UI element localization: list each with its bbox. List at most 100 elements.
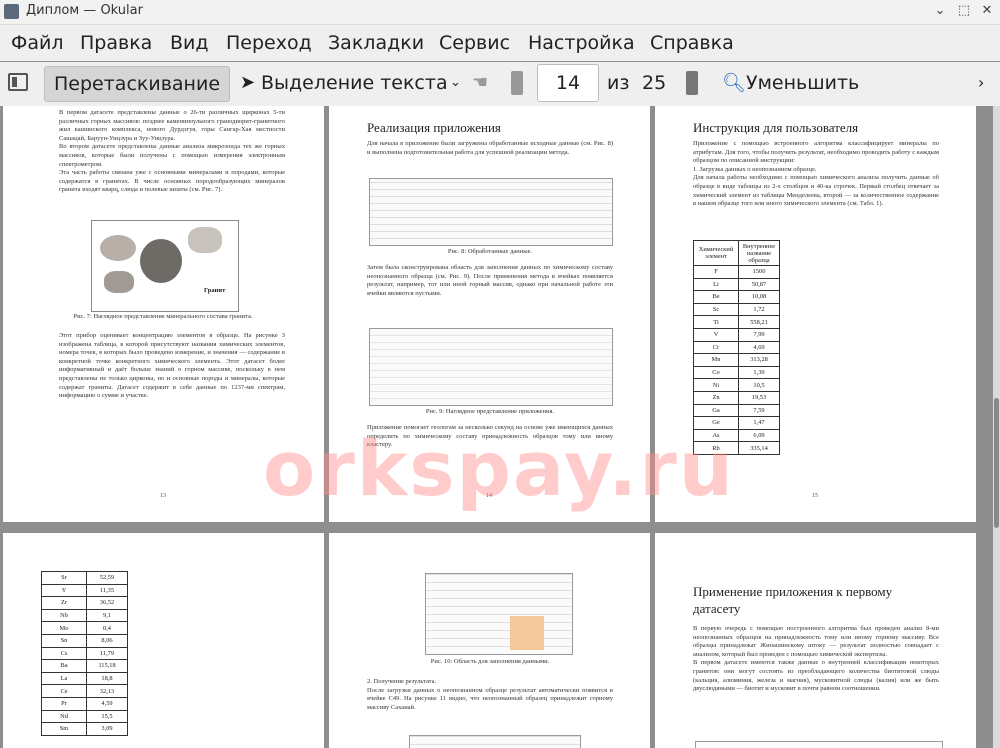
paragraph: Эта часть работы связана уже с основными… bbox=[59, 169, 285, 194]
page-number: 14 bbox=[486, 493, 492, 499]
table-row: Be 10,08 bbox=[693, 290, 780, 304]
sidebar-toggle-icon[interactable] bbox=[8, 73, 28, 91]
table-row: Cr 4,69 bbox=[693, 340, 780, 355]
menu-help[interactable]: Справка bbox=[650, 32, 734, 54]
figure-caption: Рис. 7: Наглядное представление минераль… bbox=[73, 313, 253, 320]
section-heading: Реализация приложения bbox=[367, 120, 501, 135]
mineral-sample-image bbox=[188, 227, 222, 253]
table-row: Ba 115,18 bbox=[41, 659, 128, 673]
toolbar-overflow-icon[interactable]: › bbox=[978, 66, 984, 100]
menu-edit[interactable]: Правка bbox=[80, 32, 152, 54]
page-13: В первом датасете представлены данные о … bbox=[3, 106, 324, 522]
paragraph: В первом датасете представлены данные о … bbox=[59, 109, 285, 142]
list-item: 1. Загрузка данных о неопознанном образц… bbox=[693, 165, 817, 173]
scrollbar-thumb[interactable] bbox=[994, 398, 999, 528]
table-row: Sr 52,59 bbox=[41, 571, 128, 585]
list-item: 2. Получение результата. bbox=[367, 678, 437, 685]
table-row: Sn 8,06 bbox=[41, 633, 128, 648]
maximize-icon[interactable]: ⬚ bbox=[956, 3, 972, 19]
minimize-icon[interactable]: ⌄ bbox=[932, 3, 948, 19]
page-of-label: из bbox=[607, 72, 630, 94]
section-heading: Применение приложения к первому датасету bbox=[693, 584, 893, 616]
menu-settings[interactable]: Настройка bbox=[528, 32, 635, 54]
table-row: Ge 1,47 bbox=[693, 416, 780, 430]
text-select-cursor-icon: ➤ bbox=[240, 72, 256, 93]
text-select-tool-button[interactable]: Выделение текста bbox=[261, 66, 448, 100]
paragraph: В первую очередь с помощью построенного … bbox=[693, 625, 939, 658]
mineral-sample-image bbox=[104, 271, 134, 293]
table-row: V 7,99 bbox=[693, 327, 780, 342]
table-row: La 18,8 bbox=[41, 671, 128, 686]
table-row: As 6,09 bbox=[693, 428, 780, 443]
table-header: Внутреннее название образца bbox=[738, 240, 780, 266]
element-table: Sr 52,59 Y 11,35 Zr 36,52 Nb 9,1 Mo 0,4 Sn 8,0… bbox=[41, 571, 128, 736]
menu-go[interactable]: Переход bbox=[226, 32, 312, 54]
table-row: Nd 15,5 bbox=[41, 709, 128, 724]
browse-tool-button[interactable]: Перетаскивание bbox=[44, 66, 231, 102]
menu-view[interactable]: Вид bbox=[170, 32, 209, 54]
window-title: Диплом — Okular bbox=[26, 3, 143, 18]
document-view[interactable]: В первом датасете представлены данные о … bbox=[0, 106, 993, 748]
table-header: Химический элемент bbox=[693, 240, 739, 266]
table-row: Zr 36,52 bbox=[41, 596, 128, 610]
figure-caption: Рис. 10: Область для заполнения данными. bbox=[430, 658, 550, 665]
figure-data-entry-area bbox=[425, 573, 573, 655]
page-number-input[interactable]: 14 bbox=[537, 64, 599, 102]
page-18: Применение приложения к первому датасету… bbox=[655, 533, 976, 748]
menu-tools[interactable]: Сервис bbox=[439, 32, 510, 54]
table-row: Zn 19,53 bbox=[693, 390, 780, 405]
figure-result bbox=[409, 735, 581, 748]
previous-page-icon[interactable] bbox=[511, 71, 523, 95]
table-row: Ce 32,13 bbox=[41, 684, 128, 698]
table-row: Li 50,87 bbox=[693, 277, 780, 292]
paragraph: Во втором датасете представлены данные а… bbox=[59, 143, 285, 168]
page-number: 13 bbox=[160, 493, 166, 499]
zoom-out-button[interactable]: Уменьшить bbox=[746, 66, 859, 100]
page-number: 15 bbox=[812, 493, 818, 499]
table-row: Co 1,39 bbox=[693, 365, 780, 380]
table-row: Pr 4,59 bbox=[41, 696, 128, 711]
table-row: Ti 558,21 bbox=[693, 315, 780, 329]
menu-bookmarks[interactable]: Закладки bbox=[328, 32, 424, 54]
figure-table bbox=[695, 741, 943, 748]
page-16: Sr 52,59 Y 11,35 Zr 36,52 Nb 9,1 Mo 0,4 Sn 8,0… bbox=[3, 533, 324, 748]
next-page-icon[interactable] bbox=[686, 71, 698, 95]
paragraph: Приложение помогает геологам за нескольк… bbox=[367, 424, 613, 449]
paragraph: После загрузки данных о неопознанном обр… bbox=[367, 686, 613, 711]
paragraph: Для начала в приложение были загружены о… bbox=[367, 140, 613, 156]
paragraph: Для начала работы необходимо с помощью х… bbox=[693, 174, 939, 208]
paragraph: Этот прибор оценивает концентрацию элеме… bbox=[59, 332, 285, 400]
chevron-down-icon[interactable]: ⌄ bbox=[450, 66, 461, 100]
table-row: Ni 10,5 bbox=[693, 378, 780, 392]
page-15: Инструкция для пользователя Приложение с… bbox=[655, 106, 976, 522]
hand-icon[interactable]: ☚ bbox=[472, 66, 488, 100]
title-bar: Диплом — Okular ⌄ ⬚ ✕ bbox=[0, 0, 1000, 25]
paragraph: Приложение с помощью встроенного алгорит… bbox=[693, 140, 939, 165]
highlighted-cells bbox=[510, 616, 544, 650]
paragraph: В первом датасете имеются также данные о… bbox=[693, 659, 939, 693]
page-14: Реализация приложения Для начала в прило… bbox=[329, 106, 650, 522]
vertical-scrollbar[interactable] bbox=[993, 106, 1000, 748]
table-row: Rb 335,14 bbox=[693, 441, 780, 455]
close-icon[interactable]: ✕ bbox=[979, 3, 995, 19]
menu-bar: Файл Правка Вид Переход Закладки Сервис … bbox=[0, 25, 1000, 61]
page-17: Рис. 10: Область для заполнения данными.… bbox=[329, 533, 650, 748]
page-total-label: 25 bbox=[642, 72, 667, 94]
table-row: Sm 3,09 bbox=[41, 722, 128, 736]
figure-granite: Гранит bbox=[91, 220, 239, 312]
okular-app-icon bbox=[4, 4, 19, 19]
granite-label: Гранит bbox=[204, 287, 226, 294]
granite-image bbox=[140, 239, 182, 283]
element-table: Химический элемент Внутреннее название о… bbox=[693, 240, 780, 455]
menu-file[interactable]: Файл bbox=[11, 32, 64, 54]
mineral-sample-image bbox=[100, 235, 136, 261]
paragraph: Затем была сконструирована область для з… bbox=[367, 264, 613, 297]
table-row: Ga 7,59 bbox=[693, 403, 780, 418]
table-row: F 1500 bbox=[693, 265, 780, 279]
table-row: Mn 313,28 bbox=[693, 353, 780, 367]
main-toolbar: Перетаскивание ➤ Выделение текста ⌄ ☚ 14… bbox=[0, 62, 1000, 107]
figure-caption: Рис. 9: Наглядное представление приложен… bbox=[425, 408, 555, 415]
zoom-out-icon[interactable]: 🔍︎ bbox=[722, 66, 746, 100]
figure-caption: Рис. 8: Обработанные данные. bbox=[447, 248, 533, 255]
table-row: Sc 1,72 bbox=[693, 302, 780, 317]
